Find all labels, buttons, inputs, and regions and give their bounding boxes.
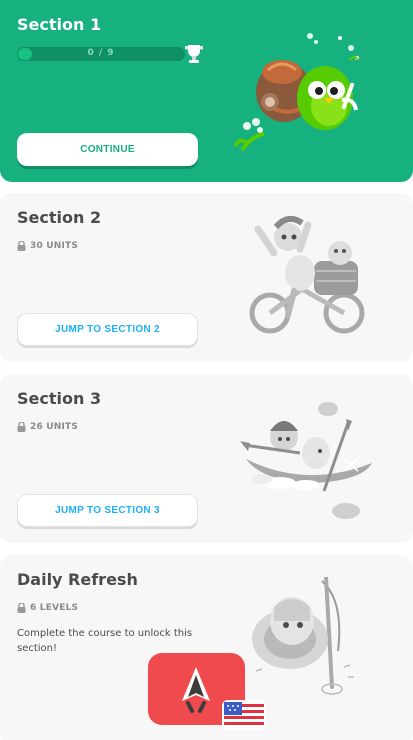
section-2-title: Section 2 [17,208,102,227]
lock-icon [17,422,26,432]
continue-button[interactable]: CONTINUE [17,133,198,166]
jump-to-section-3-button[interactable]: JUMP TO SECTION 3 [17,494,198,527]
section-2-unit-count: 30 UNITS [30,241,79,251]
jump-to-section-2-button[interactable]: JUMP TO SECTION 2 [17,313,198,346]
daily-refresh-level-count: 6 LEVELS [30,603,79,613]
section-3-card: Section 3 26 UNITS JUMP TO SECTION 3 [0,374,413,543]
progress-text: 0 / 9 [87,48,115,58]
lock-icon [17,241,26,251]
daily-refresh-meta: 6 LEVELS [17,603,78,613]
section-1-title: Section 1 [17,15,102,34]
fishing-illustration [252,577,354,695]
unlock-message: Complete the course to unlock this secti… [17,628,193,654]
lock-icon [17,603,26,613]
section-3-meta: 26 UNITS [17,422,78,432]
daily-refresh-title: Daily Refresh [17,570,138,589]
section-2-card: Section 2 30 UNITS JUMP TO SECTION 2 [0,193,413,362]
section-3-unit-count: 26 UNITS [30,422,79,432]
kayak-illustration [240,402,372,519]
bicycle-illustration [249,215,365,334]
daily-refresh-card: Daily Refresh 6 LEVELS Complete the cour… [0,555,413,740]
section-1-progress-bar: 0 / 9 [17,47,185,61]
section-1-card: Section 1 0 / 9 CONTINUE [0,0,413,182]
us-flag-icon [222,700,266,730]
owl-hiker-illustration [234,33,359,152]
section-3-title: Section 3 [17,389,102,408]
section-2-meta: 30 UNITS [17,241,78,251]
trophy-icon [185,45,203,63]
